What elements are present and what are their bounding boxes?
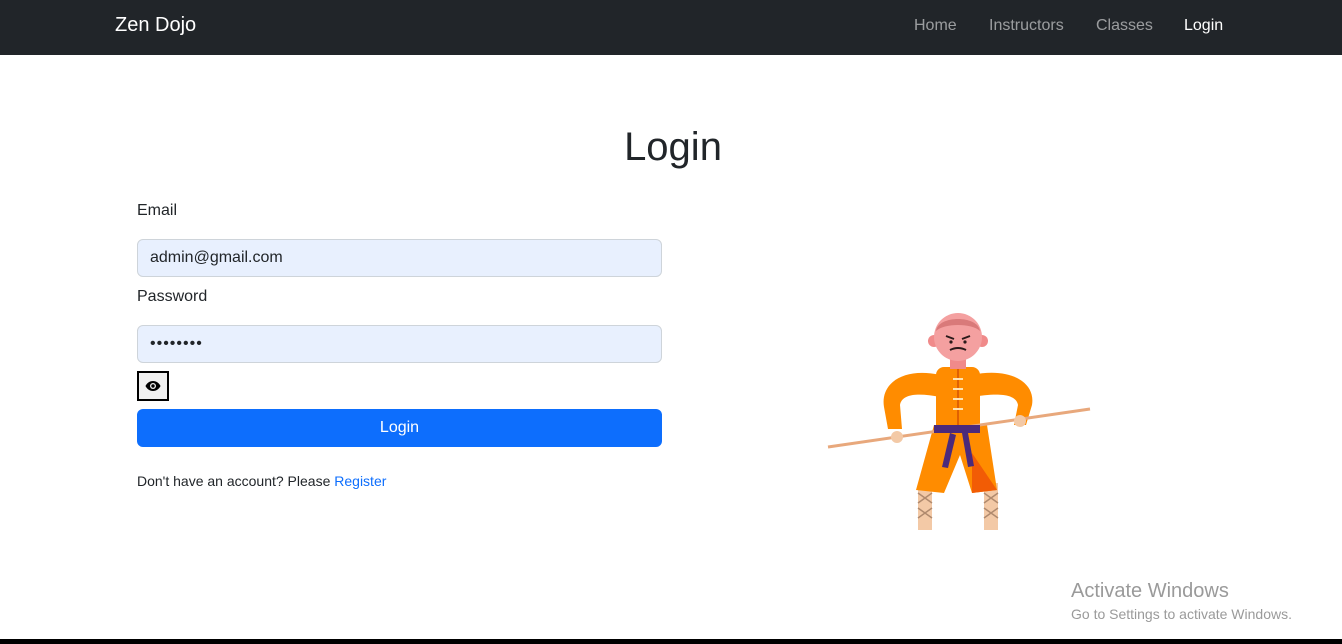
email-label: Email — [137, 202, 178, 219]
watermark-title: Activate Windows — [1071, 580, 1229, 602]
password-field[interactable]: •••••••• — [137, 325, 662, 363]
eye-icon — [145, 381, 161, 391]
kung-fu-monk-illustration — [827, 313, 1091, 530]
login-button[interactable]: Login — [137, 409, 662, 447]
watermark-subtitle: Go to Settings to activate Windows. — [1071, 606, 1292, 622]
show-password-button[interactable] — [137, 371, 169, 401]
nav-link-classes[interactable]: Classes — [1096, 17, 1153, 35]
activate-windows-watermark: Activate Windows Go to Settings to activ… — [1071, 579, 1292, 624]
nav-link-home[interactable]: Home — [914, 17, 957, 35]
brand-logo-link[interactable]: Zen Dojo — [115, 14, 196, 37]
register-link[interactable]: Register — [334, 473, 386, 489]
page-title: Login — [624, 125, 722, 169]
nav-link-login[interactable]: Login — [1184, 17, 1223, 35]
bottom-edge — [0, 639, 1342, 644]
register-prompt: Don't have an account? Please Register — [137, 473, 386, 489]
navbar: Zen Dojo Home Instructors Classes Login — [0, 0, 1342, 55]
password-label: Password — [137, 288, 208, 305]
nav-link-instructors[interactable]: Instructors — [989, 17, 1064, 35]
email-field[interactable]: admin@gmail.com — [137, 239, 662, 277]
register-prompt-text: Don't have an account? Please — [137, 473, 335, 489]
